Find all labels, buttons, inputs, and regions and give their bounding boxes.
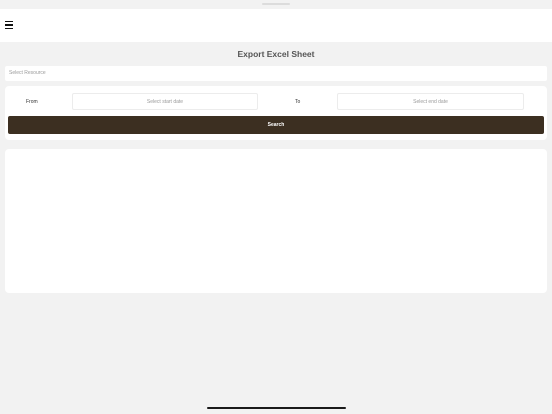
search-button[interactable]: Search <box>8 116 544 134</box>
to-label: To <box>295 99 301 105</box>
page-title: Export Excel Sheet <box>237 49 315 59</box>
menu-line <box>5 21 13 23</box>
hamburger-menu-icon[interactable] <box>5 20 15 30</box>
home-indicator <box>207 407 346 409</box>
end-date-input[interactable]: Select end date <box>337 93 524 110</box>
app-header <box>0 9 552 42</box>
from-label: From <box>26 99 38 105</box>
menu-line <box>5 27 13 29</box>
menu-line <box>5 24 13 26</box>
start-date-input[interactable]: Select start date <box>72 93 258 110</box>
date-filter-card: From Select start date To Select end dat… <box>5 86 547 140</box>
status-bar <box>0 0 552 9</box>
results-panel <box>5 149 547 293</box>
resource-select[interactable]: Select Resource <box>5 66 547 81</box>
status-notch <box>262 3 290 5</box>
